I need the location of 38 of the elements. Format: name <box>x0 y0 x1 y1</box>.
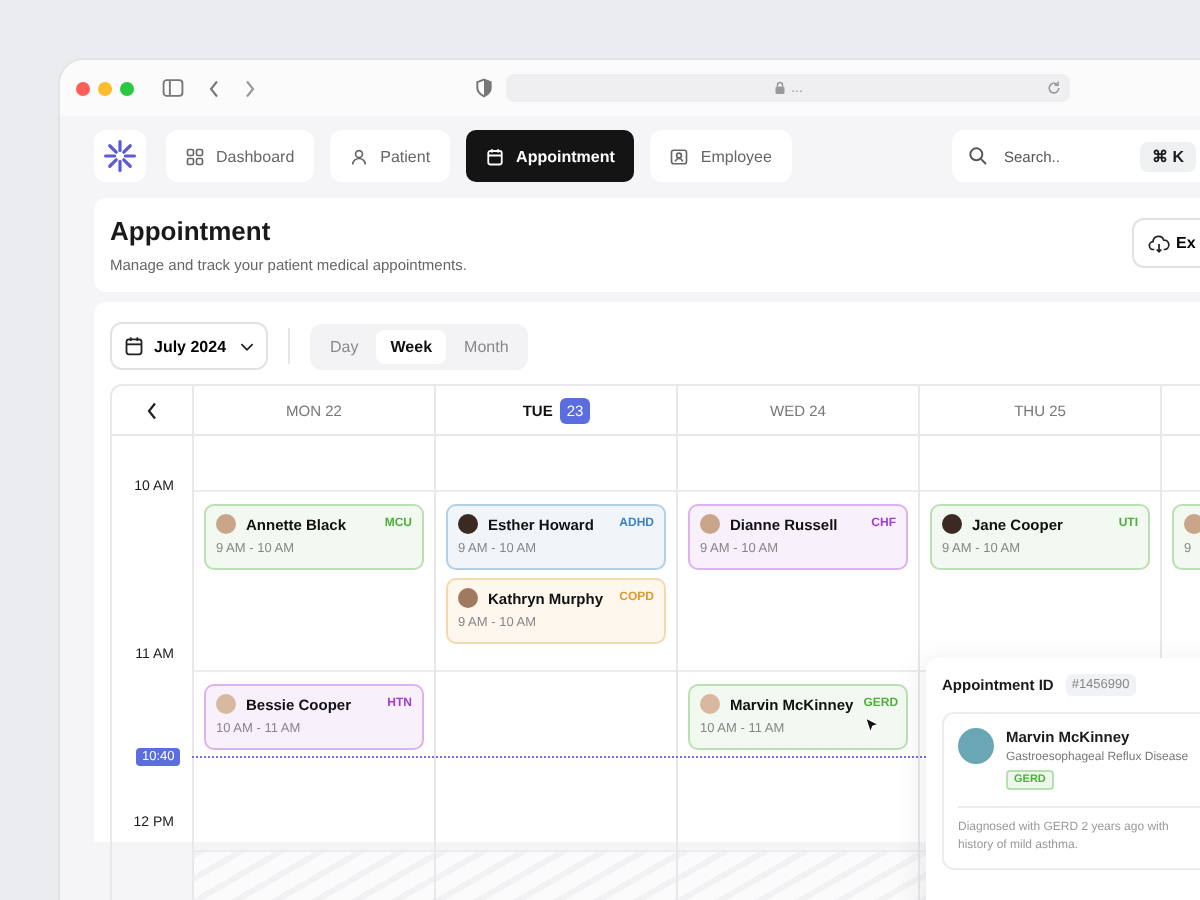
nav-tab[interactable]: Patient <box>330 130 451 182</box>
forward-icon[interactable] <box>244 79 256 97</box>
calendar-icon <box>124 336 144 356</box>
pointer-cursor-icon <box>864 716 880 736</box>
sidebar-icon[interactable] <box>162 78 184 98</box>
zoom-dot-icon[interactable] <box>120 81 134 95</box>
chevron-down-icon <box>240 341 255 351</box>
shield-icon[interactable] <box>474 78 494 98</box>
export-button[interactable]: Ex <box>1132 218 1200 268</box>
reload-icon[interactable] <box>1046 80 1062 96</box>
avatar <box>942 514 962 534</box>
avatar <box>958 728 994 764</box>
lock-icon <box>773 80 786 96</box>
avatar <box>458 514 478 534</box>
previous-week-button[interactable] <box>142 397 162 423</box>
avatar <box>216 514 236 534</box>
nav-tab[interactable]: Employee <box>650 130 792 182</box>
grid-icon <box>186 147 204 165</box>
avatar <box>700 694 720 714</box>
logo-icon[interactable] <box>94 130 146 182</box>
shortcut-hint: ⌘ K <box>1140 141 1196 171</box>
person-icon <box>350 147 369 165</box>
avatar <box>1184 514 1200 534</box>
page-title: Appointment <box>110 216 273 246</box>
view-tab[interactable]: Week <box>376 329 447 363</box>
nav-tab[interactable]: Appointment <box>466 130 635 182</box>
cloud-download-icon <box>1148 233 1170 253</box>
avatar <box>216 694 236 714</box>
close-dot-icon[interactable] <box>76 81 90 95</box>
month-picker[interactable]: July 2024 <box>110 322 269 370</box>
minimize-dot-icon[interactable] <box>98 81 112 95</box>
avatar <box>458 588 478 608</box>
id-card-icon <box>670 147 689 165</box>
avatar <box>700 514 720 534</box>
nav-tab[interactable]: Dashboard <box>166 130 315 182</box>
calendar-icon <box>486 147 505 165</box>
search-icon <box>968 146 988 166</box>
back-icon[interactable] <box>208 79 220 97</box>
